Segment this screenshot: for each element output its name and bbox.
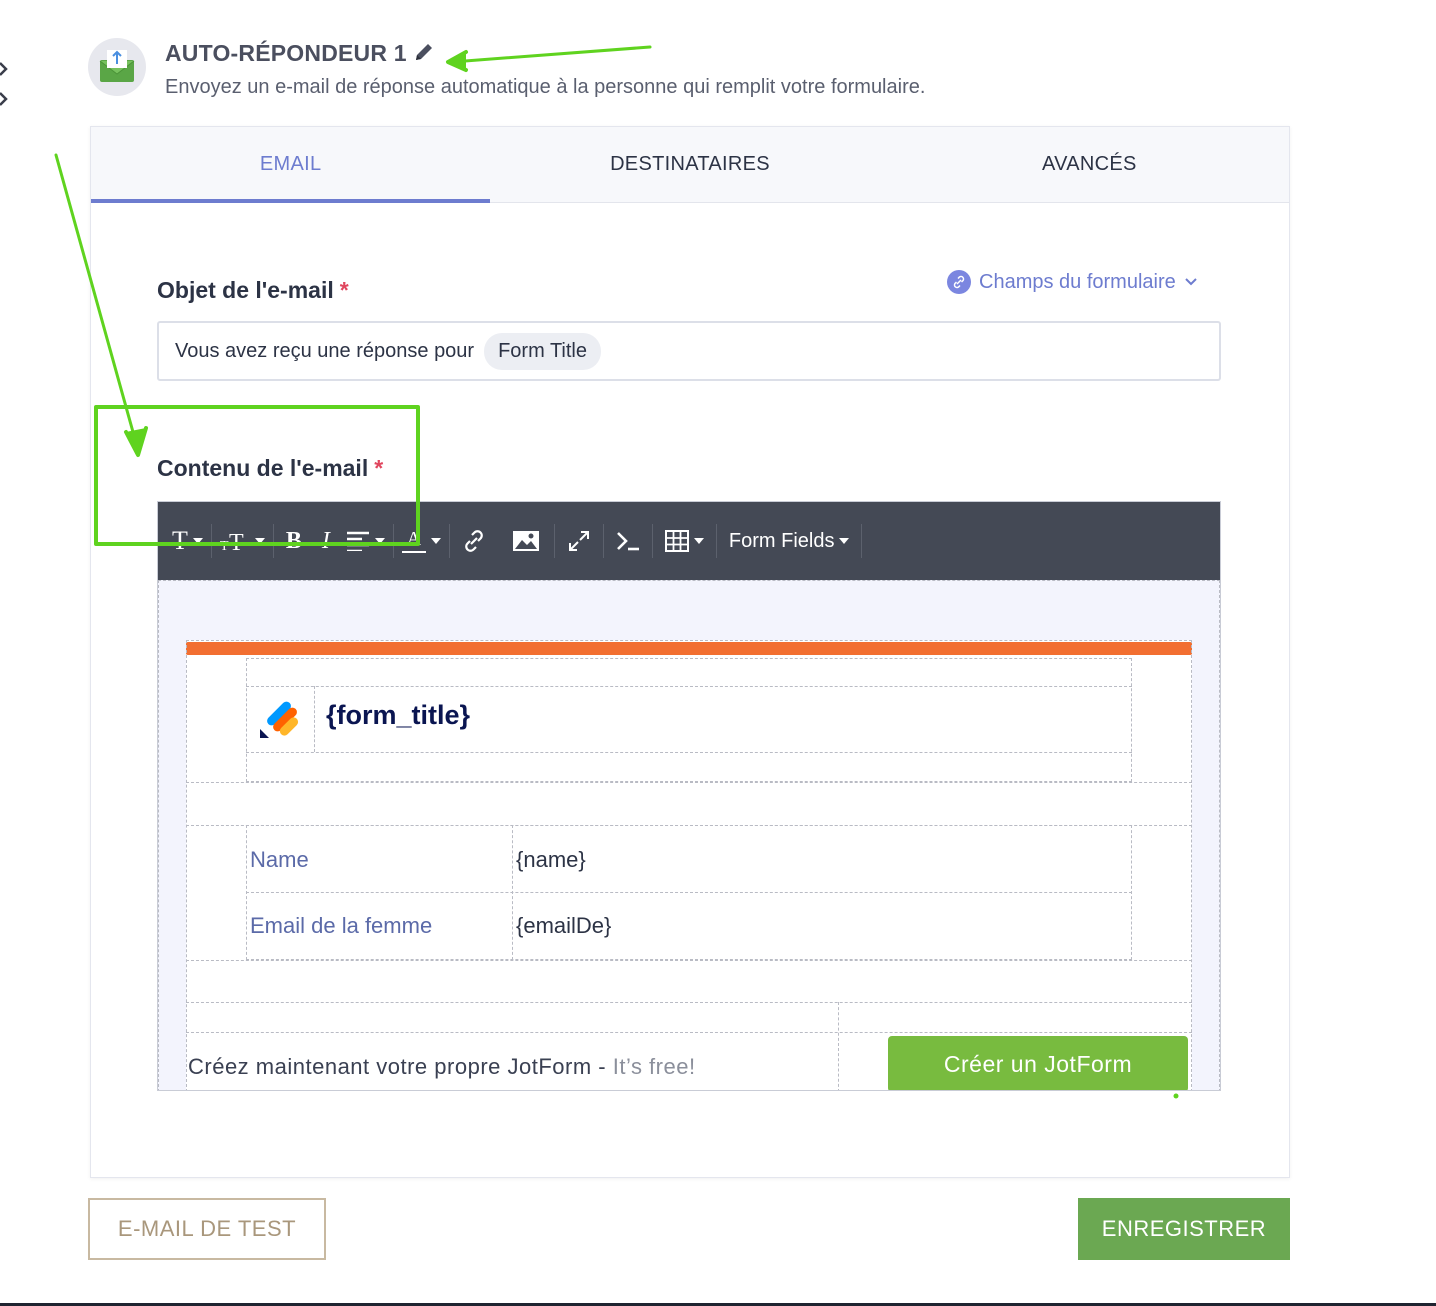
link-button[interactable] <box>450 502 498 580</box>
table-icon <box>664 530 689 552</box>
align-button[interactable] <box>338 502 393 580</box>
subject-input[interactable]: Vous avez reçu une réponse pour Form Tit… <box>157 321 1221 381</box>
bold-icon: B <box>285 527 302 554</box>
source-code-button[interactable] <box>604 502 652 580</box>
link-icon <box>465 530 483 552</box>
form-title-tag[interactable]: Form Title <box>484 332 601 370</box>
tab-destinataires[interactable]: DESTINATAIRES <box>490 127 889 202</box>
save-button[interactable]: ENREGISTRER <box>1078 1198 1290 1260</box>
chevron-down-icon <box>1185 278 1197 286</box>
fullscreen-button[interactable] <box>555 502 603 580</box>
tab-avances[interactable]: AVANCÉS <box>890 127 1289 202</box>
autoresponder-icon <box>88 38 146 96</box>
autoresponder-card: EMAIL DESTINATAIRES AVANCÉS Objet de l'e… <box>90 126 1290 1178</box>
content-label: Contenu de l'e-mail * <box>157 455 384 481</box>
required-mark: * <box>374 455 384 481</box>
svg-text:T: T <box>229 530 244 554</box>
font-color-icon: A <box>401 529 426 553</box>
align-left-icon <box>346 531 369 551</box>
jotform-logo-icon <box>258 695 304 746</box>
italic-button[interactable]: I <box>314 502 338 580</box>
text-style-icon: T <box>172 526 188 555</box>
required-mark: * <box>339 277 349 303</box>
font-size-icon: TT <box>220 530 244 554</box>
bold-button[interactable]: B <box>274 502 314 580</box>
form-fields-label: Champs du formulaire <box>979 270 1176 293</box>
font-color-button[interactable]: A <box>394 502 449 580</box>
editor-canvas[interactable]: {form_title} Name {name} Email de la fem… <box>158 580 1220 1090</box>
page-title: AUTO-RÉPONDEUR 1 <box>165 40 407 66</box>
svg-text:T: T <box>220 539 229 554</box>
expand-icon <box>568 531 589 551</box>
text-style-button[interactable]: T <box>158 502 211 580</box>
row-value-name: {name} <box>516 847 586 872</box>
editor-toolbar: T TT B I A Form Fields <box>158 502 1220 580</box>
italic-icon: I <box>321 527 330 554</box>
terminal-icon <box>616 532 639 551</box>
chevron-right-icon[interactable] <box>0 62 8 76</box>
chevron-right-icon[interactable] <box>0 92 8 106</box>
page-description: Envoyez un e-mail de réponse automatique… <box>165 76 926 98</box>
font-size-button[interactable]: TT <box>212 502 273 580</box>
row-label-name: Name <box>250 847 309 872</box>
form-fields-dropdown[interactable]: Champs du formulaire <box>947 270 1198 294</box>
form-fields-button[interactable]: Form Fields <box>717 502 862 580</box>
row-value-email: {emailDe} <box>516 913 612 938</box>
footer-promo-text: Créez maintenant votre propre JotForm - … <box>188 1054 696 1079</box>
email-content-editor[interactable]: T TT B I A Form Fields {form_title} Name… <box>157 501 1221 1091</box>
create-jotform-button[interactable]: Créer un JotForm <box>888 1036 1188 1090</box>
test-email-button[interactable]: E-MAIL DE TEST <box>88 1198 326 1260</box>
link-icon <box>947 270 971 294</box>
form-title-variable: {form_title} <box>326 700 471 730</box>
table-button[interactable] <box>653 502 716 580</box>
footer-free-text: It’s free! <box>612 1054 696 1079</box>
tab-email[interactable]: EMAIL <box>91 127 491 203</box>
image-button[interactable] <box>498 502 554 580</box>
image-icon <box>512 531 539 551</box>
row-label-email: Email de la femme <box>250 913 433 938</box>
pencil-icon[interactable] <box>413 41 435 63</box>
tab-bar: EMAIL DESTINATAIRES AVANCÉS <box>91 127 1289 203</box>
subject-label: Objet de l'e-mail * <box>157 277 349 303</box>
subject-text: Vous avez reçu une réponse pour <box>175 339 475 362</box>
